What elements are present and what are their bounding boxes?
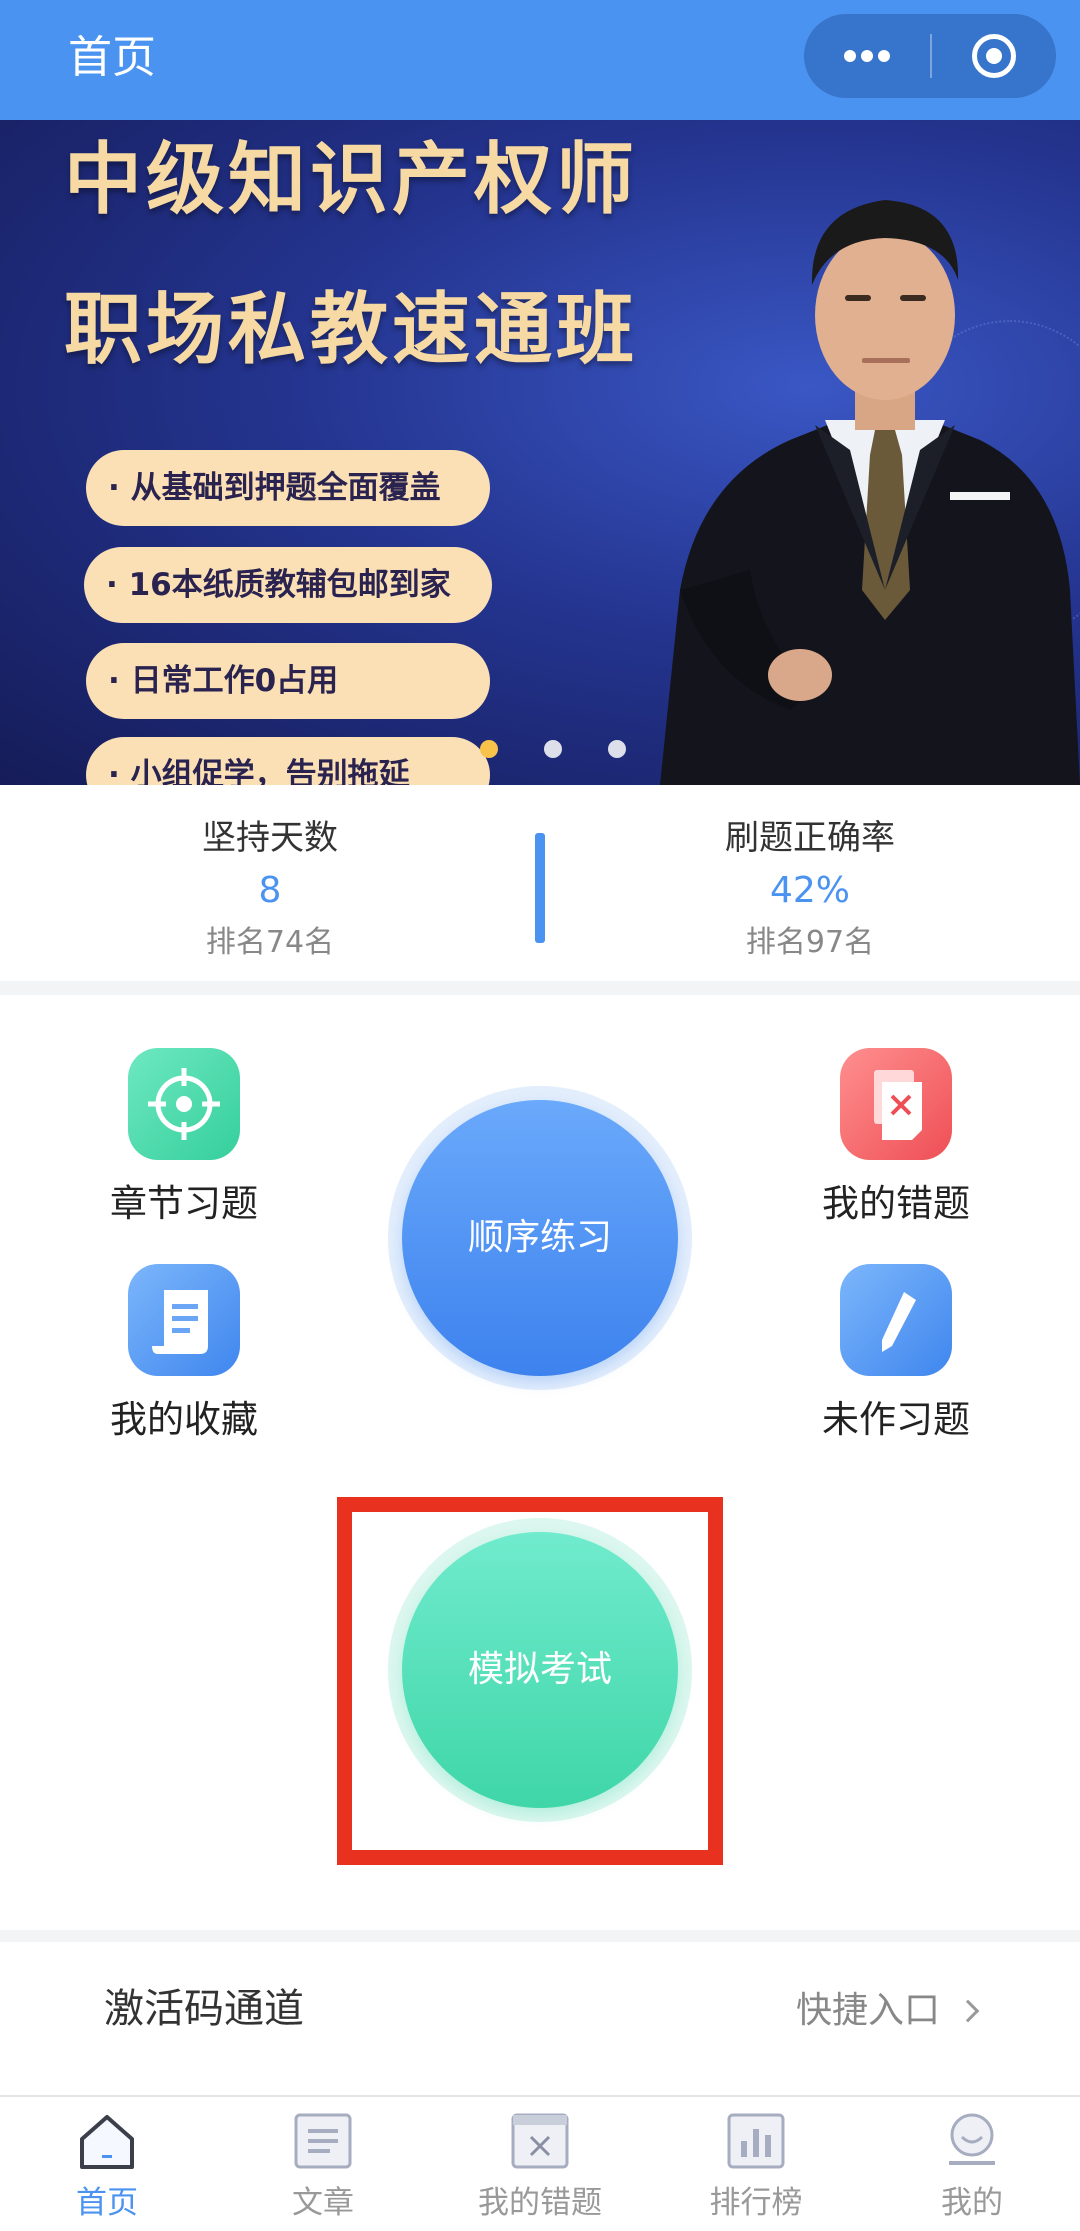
banner-bullet: · 16本纸质教辅包邮到家 bbox=[84, 547, 492, 623]
my-favorites-button[interactable]: 我的收藏 bbox=[84, 1264, 284, 1446]
stat-value: 42% bbox=[769, 870, 850, 911]
stat-rank: 排名97名 bbox=[745, 925, 875, 960]
my-favorites-label: 我的收藏 bbox=[110, 1398, 258, 1441]
tab-label: 首页 bbox=[76, 2185, 138, 2221]
home-icon bbox=[76, 2111, 138, 2171]
stat-value: 8 bbox=[258, 870, 282, 911]
tab-ranking[interactable]: 排行榜 bbox=[681, 2111, 831, 2225]
tab-wrong-questions[interactable]: 我的错题 bbox=[465, 2111, 615, 2225]
page-title: 首页 bbox=[68, 32, 156, 83]
carousel-dot-active[interactable] bbox=[480, 740, 498, 758]
tab-label: 排行榜 bbox=[709, 2185, 803, 2221]
persistence-days-stat: 坚持天数 8 排名74名 bbox=[120, 815, 420, 965]
stats-panel: 坚持天数 8 排名74名 刷题正确率 42% 排名97名 bbox=[0, 785, 1080, 981]
tab-articles[interactable]: 文章 bbox=[248, 2111, 398, 2225]
my-wrong-questions-label: 我的错题 bbox=[822, 1182, 970, 1225]
banner-title-line1: 中级知识产权师 bbox=[64, 135, 639, 225]
highlight-box bbox=[337, 1497, 723, 1865]
pencil-icon bbox=[840, 1264, 952, 1376]
carousel-dot[interactable] bbox=[544, 740, 562, 758]
chapter-exercises-label: 章节习题 bbox=[110, 1182, 258, 1225]
tab-home[interactable]: 首页 bbox=[32, 2111, 182, 2225]
undone-exercises-label: 未作习题 bbox=[822, 1398, 970, 1441]
carousel-dot[interactable] bbox=[608, 740, 626, 758]
profile-icon bbox=[941, 2111, 1003, 2171]
undone-exercises-button[interactable]: 未作习题 bbox=[796, 1264, 996, 1446]
activation-code-title: 激活码通道 bbox=[104, 1986, 304, 2032]
sequential-practice-button[interactable]: 顺序练习 bbox=[402, 1100, 678, 1376]
stats-divider bbox=[535, 833, 545, 943]
more-icon[interactable] bbox=[804, 14, 930, 98]
wrong-doc-icon bbox=[840, 1048, 952, 1160]
stat-rank: 排名74名 bbox=[205, 925, 335, 960]
document-icon bbox=[128, 1264, 240, 1376]
article-icon bbox=[292, 2111, 354, 2171]
quick-entry-link[interactable]: 快捷入口 bbox=[796, 1985, 940, 2037]
ranking-icon bbox=[725, 2111, 787, 2171]
close-mini-program-icon[interactable] bbox=[972, 34, 1016, 78]
banner-bullet: · 小组促学，告别拖延 bbox=[86, 737, 490, 785]
banner-title-line2: 职场私教速通班 bbox=[64, 285, 639, 375]
promo-banner[interactable]: 中级知识产权师 职场私教速通班 · 从基础到押题全面覆盖 · 16本纸质教辅包邮… bbox=[0, 120, 1080, 785]
wrong-questions-icon bbox=[509, 2111, 571, 2171]
mini-program-capsule bbox=[804, 14, 1056, 98]
banner-bullet: · 日常工作0占用 bbox=[86, 643, 490, 719]
chevron-right-icon bbox=[956, 1999, 980, 2023]
teacher-photo bbox=[660, 200, 1080, 785]
crosshair-icon bbox=[128, 1048, 240, 1160]
tab-profile[interactable]: 我的 bbox=[897, 2111, 1047, 2225]
activation-code-row[interactable]: 激活码通道 快捷入口 bbox=[0, 1945, 1080, 2071]
sequential-practice-label: 顺序练习 bbox=[467, 1217, 612, 1258]
tab-label: 文章 bbox=[292, 2185, 354, 2221]
tab-label: 我的错题 bbox=[478, 2185, 602, 2221]
chapter-exercises-button[interactable]: 章节习题 bbox=[84, 1048, 284, 1230]
top-nav-bar: 首页 bbox=[0, 0, 1080, 120]
banner-bullet: · 从基础到押题全面覆盖 bbox=[86, 450, 490, 526]
tab-label: 我的 bbox=[941, 2185, 1003, 2221]
section-separator bbox=[0, 981, 1080, 995]
my-wrong-questions-button[interactable]: 我的错题 bbox=[796, 1048, 996, 1230]
accuracy-stat: 刷题正确率 42% 排名97名 bbox=[660, 815, 960, 965]
capsule-divider bbox=[930, 34, 932, 78]
section-separator bbox=[0, 1930, 1080, 1942]
bottom-tab-bar: 首页 文章 我的错题 排行榜 我的 bbox=[0, 2095, 1080, 2231]
stat-label: 刷题正确率 bbox=[725, 818, 895, 858]
stat-label: 坚持天数 bbox=[202, 818, 338, 858]
